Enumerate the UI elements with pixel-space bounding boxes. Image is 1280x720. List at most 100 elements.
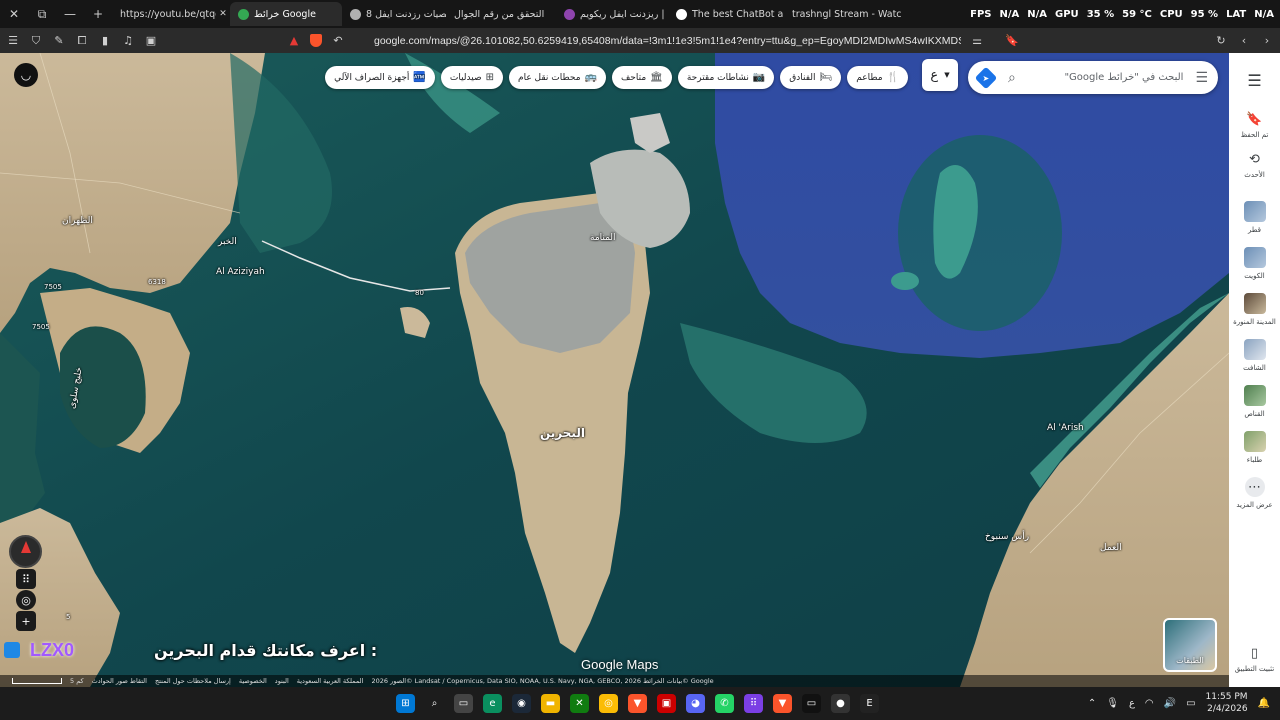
url-field[interactable]: google.com/maps/@26.101082,50.6259419,65… [354,35,961,47]
tab-chatbot[interactable]: The best ChatBot and W [668,2,784,26]
tune-icon[interactable]: ⚌ [970,34,984,48]
search-box[interactable]: ☰ البحث في "خرائط Google" ⌕ ➤ [968,61,1218,94]
language-button[interactable]: ع ▼ [922,59,958,91]
zoom-in-button[interactable]: + [16,611,36,631]
new-tab-icon[interactable]: + [84,0,112,28]
place-label[interactable]: الخبر [218,237,237,247]
brave-icon[interactable]: ▼ [773,694,792,713]
xbox-icon[interactable]: ✕ [570,694,589,713]
chip-restaurants[interactable]: 🍴 مطاعم [847,66,908,89]
mic-icon[interactable]: 🎙 [1106,698,1119,709]
forward-icon[interactable]: ‹ [1237,34,1251,48]
chip-things-to-do[interactable]: 📷 نشاطات مقترحة [677,66,775,89]
rail-recent[interactable]: ⟲ الأحدث [1229,152,1280,179]
rail-saved[interactable]: 🔖 تم الحفظ [1229,112,1280,139]
wifi-icon[interactable]: ◠ [1145,698,1154,709]
chip-pharmacies[interactable]: ⊞ صيدليات [440,66,504,89]
whatsapp-icon[interactable]: ✆ [715,694,734,713]
menu-icon[interactable]: ☰ [1195,70,1208,86]
notification-bell-icon[interactable]: 🔔 [1258,698,1270,709]
place-label[interactable]: العمل [1100,543,1122,553]
share-back-icon[interactable]: ↶ [331,34,345,48]
steam-icon[interactable]: ◉ [512,694,531,713]
chip-hotels[interactable]: 🛏 الفنادق [780,66,842,89]
start-icon[interactable]: ⊞ [396,694,415,713]
search-input[interactable]: البحث في "خرائط Google" [1024,72,1183,83]
sidebar-icon[interactable]: ▮ [98,34,112,48]
window-close-icon[interactable]: ✕ [0,0,28,28]
chevron-up-icon[interactable]: ⌃ [1088,698,1096,709]
discord-icon[interactable]: ◕ [686,694,705,713]
footer-link[interactable]: التقاط صور الحوادث [92,677,147,685]
shield-icon[interactable]: ⛉ [29,34,43,48]
rail-label: تم الحفظ [1240,131,1269,139]
bookmark-icon[interactable]: 🔖 [1005,34,1019,48]
apps-grid-icon[interactable]: ⠿ [744,694,763,713]
terminal-icon[interactable]: ▭ [802,694,821,713]
minimize-icon[interactable]: — [56,0,84,28]
user-avatar[interactable]: ◡ [14,63,38,87]
pen-icon[interactable]: ✎ [52,34,66,48]
chip-atms[interactable]: 🏧 أجهزة الصراف الآلي [325,66,435,89]
tab-trashngl[interactable]: trashngl Stream - Watch [784,2,902,26]
place-label[interactable]: المنامة [590,233,616,243]
tab-youtube[interactable]: https://youtu.be/qtqd6v [112,2,216,26]
layers-button[interactable]: الطبقات [1163,618,1217,672]
search-icon[interactable]: ⌕ [425,694,444,713]
tab-google-maps[interactable]: خرائط Google [230,2,342,26]
country-label[interactable]: البحرين [540,426,585,440]
wallet-icon[interactable]: ▣ [144,34,158,48]
footer-link[interactable]: الخصوصية [239,677,267,685]
restore-icon[interactable]: ⧉ [28,0,56,28]
rail-recent-place[interactable]: قطر [1229,201,1280,234]
menu-icon[interactable]: ☰ [6,34,20,48]
directions-icon[interactable]: ➤ [974,66,998,89]
footer-link[interactable]: إرسال ملاحظات حول المنتج [155,677,231,685]
battery-icon[interactable]: ▭ [1186,698,1195,709]
screenshot-icon[interactable]: ⧠ [75,34,89,48]
rail-recent-place[interactable]: القناص [1229,385,1280,418]
street-view-icon[interactable]: ⠿ [16,569,36,589]
rewards-icon[interactable]: ▲ [287,34,301,48]
my-location-icon[interactable]: ◎ [16,590,36,610]
brave-shields-icon[interactable] [310,34,322,47]
footer-link[interactable]: المملكة العربية السعودية [297,677,364,685]
rail-show-more[interactable]: ⋯ عرض المزيد [1229,477,1280,509]
tab-phone-verify[interactable]: التحقق من رقم الجوال [446,2,556,26]
rail-recent-place[interactable]: طلباء [1229,431,1280,464]
rail-recent-place[interactable]: المدينة المنورة [1229,293,1280,326]
compass-control[interactable] [9,535,42,568]
map-canvas[interactable]: الظهران الخبر Al Aziziyah البحرين المنام… [0,53,1229,687]
scale-bar[interactable] [12,678,62,684]
rail-label: المدينة المنورة [1233,318,1276,326]
tab-resident-evil[interactable]: شخصيات رزدنت ايفل 8 - ... [342,2,446,26]
place-label[interactable]: الظهران [62,216,93,226]
input-language[interactable]: ع [1129,698,1135,709]
github-icon[interactable]: ● [831,694,850,713]
chip-transit[interactable]: 🚌 محطات نقل عام [509,66,606,89]
back-icon[interactable]: › [1260,34,1274,48]
chip-museums[interactable]: 🏛 متاحف [611,66,672,89]
close-tab-icon[interactable]: ✕ [216,0,230,28]
reload-icon[interactable]: ↻ [1214,34,1228,48]
search-icon[interactable]: ⌕ [1008,70,1016,86]
clock[interactable]: 11:55 PM 2/4/2026 [1206,691,1248,715]
place-label[interactable]: Al Aziziyah [216,267,265,277]
epic-games-icon[interactable]: E [860,694,879,713]
footer-link[interactable]: البنود [275,677,289,685]
volume-icon[interactable]: 🔊 [1164,698,1176,709]
task-view-icon[interactable]: ▭ [454,694,473,713]
place-label[interactable]: رأس سنبوخ [985,532,1029,542]
brave-icon[interactable]: ▼ [628,694,647,713]
file-explorer-icon[interactable]: ▬ [541,694,560,713]
chrome-icon[interactable]: ◎ [599,694,618,713]
rail-recent-place[interactable]: الشافت [1229,339,1280,372]
capture-icon[interactable]: ▣ [657,694,676,713]
tab-requiem[interactable]: ريزدنت ايفل ريكويم | ...ING [556,2,668,26]
place-label[interactable]: Al 'Arish [1047,423,1084,433]
hamburger-menu-icon[interactable]: ☰ [1247,71,1261,90]
rail-recent-place[interactable]: الكويت [1229,247,1280,280]
install-app[interactable]: ▯ تثبيت التطبيق [1235,646,1274,673]
music-icon[interactable]: ♫ [121,34,135,48]
edge-icon[interactable]: e [483,694,502,713]
